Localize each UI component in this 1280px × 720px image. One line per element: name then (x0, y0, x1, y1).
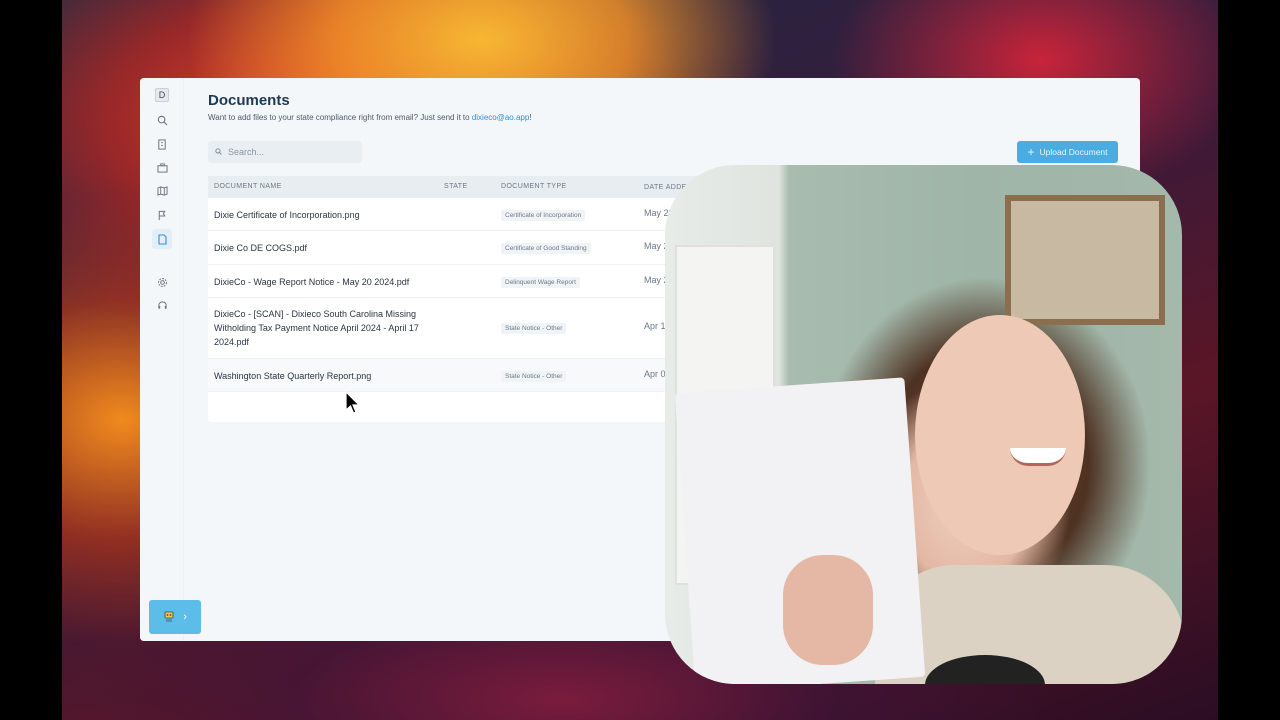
date-added: Apr 1 (644, 321, 666, 331)
document-name[interactable]: Washington State Quarterly Report.png (214, 369, 371, 383)
document-type-badge: State Notice - Other (501, 323, 567, 334)
page-subtitle: Want to add files to your state complian… (208, 113, 1118, 122)
email-link[interactable]: dixieco@ao.app (472, 113, 530, 122)
search-icon (215, 147, 222, 157)
webcam-video-overlay (665, 165, 1182, 684)
column-header-type[interactable]: DOCUMENT TYPE (501, 183, 567, 190)
video-person-face (915, 315, 1085, 555)
document-type-badge: Delinquent Wage Report (501, 277, 580, 288)
document-icon[interactable] (152, 229, 172, 249)
upload-document-label: Upload Document (1039, 147, 1108, 157)
chevron-right-icon: › (183, 611, 187, 623)
map-icon[interactable] (154, 183, 170, 199)
document-type-badge: Certificate of Incorporation (501, 210, 586, 221)
plus-icon: + (1027, 145, 1035, 159)
flag-icon[interactable] (154, 207, 170, 223)
page-title: Documents (208, 92, 290, 109)
screen: D Documents Want to add files to your st… (0, 0, 1280, 720)
assistant-button[interactable]: › (149, 600, 201, 634)
column-header-name[interactable]: DOCUMENT NAME (214, 183, 282, 190)
subtitle-suffix: ! (529, 113, 532, 122)
subtitle-text: Want to add files to your state complian… (208, 113, 472, 122)
gear-icon[interactable] (154, 274, 170, 290)
robot-icon (163, 609, 175, 626)
building-icon[interactable] (154, 136, 170, 152)
document-name[interactable]: DixieCo - [SCAN] - Dixieco South Carolin… (214, 307, 419, 349)
sidebar: D (140, 78, 184, 641)
column-header-state[interactable]: STATE (444, 183, 468, 190)
upload-document-button[interactable]: + Upload Document (1017, 141, 1118, 163)
document-name[interactable]: Dixie Co DE COGS.pdf (214, 241, 307, 255)
workspace-avatar[interactable]: D (155, 88, 169, 102)
date-added: Apr 0 (644, 369, 666, 379)
video-background-painting (1005, 195, 1165, 325)
document-name[interactable]: Dixie Certificate of Incorporation.png (214, 208, 360, 222)
search-box[interactable] (208, 141, 362, 163)
document-type-badge: State Notice - Other (501, 371, 567, 382)
document-type-badge: Certificate of Good Standing (501, 243, 591, 254)
search-input[interactable] (228, 147, 348, 157)
headset-icon[interactable] (154, 297, 170, 313)
video-hand (783, 555, 873, 665)
main-content: Documents Want to add files to your stat… (208, 92, 1118, 422)
document-name[interactable]: DixieCo - Wage Report Notice - May 20 20… (214, 275, 409, 289)
briefcase-icon[interactable] (154, 160, 170, 176)
search-icon[interactable] (154, 112, 170, 128)
